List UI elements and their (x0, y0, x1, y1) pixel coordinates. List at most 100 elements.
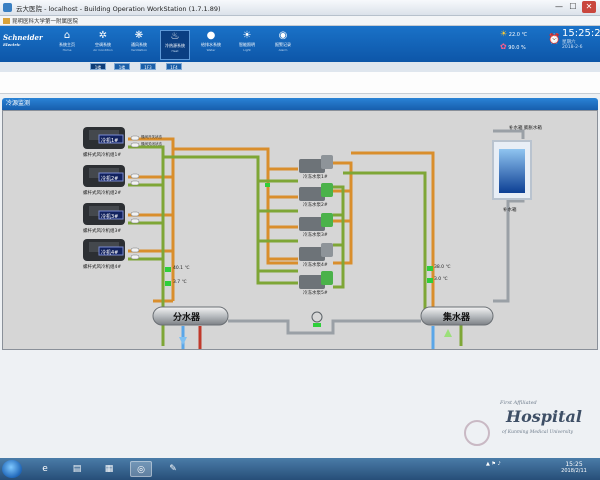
maximize-button[interactable]: ☐ (566, 1, 580, 13)
ie-icon[interactable]: e (34, 461, 56, 477)
pump-1[interactable] (299, 155, 333, 173)
nav-alarm[interactable]: ◉ 报警记录 Alarm (268, 30, 298, 60)
address-bar: 昆明医科大学第一附属医院 (0, 16, 600, 26)
humidity-value: 90.0 (508, 45, 520, 51)
pump-3-label: 冷冻水泵3# (303, 233, 328, 238)
nav-sublabel: Water (206, 48, 216, 52)
nav-sublabel: Heat (171, 49, 179, 53)
nav-lighting[interactable]: ☀ 智能照明 Light (232, 30, 262, 60)
status-indicator (265, 183, 270, 187)
chiller-2-name: 螺杆式风冷机组2# (83, 191, 122, 196)
home-icon: ⌂ (63, 30, 71, 41)
nav-home[interactable]: ⌂ 系统主页 Home (52, 30, 82, 60)
heat-source-icon: ♨ (170, 31, 180, 42)
folder-icon[interactable]: ▤ (66, 461, 88, 477)
chiller-1-tag: 冷机1# (101, 138, 119, 144)
pump-1-label: 冷冻水泵1# (303, 175, 328, 180)
subtab-3[interactable]: 1F3 (140, 63, 156, 70)
humidity-icon: ✿ (500, 42, 507, 51)
nav-sublabel: Ventilation (131, 48, 147, 52)
taskbar-clock[interactable]: 15:25 2018/2/11 (552, 461, 596, 474)
sensor-collector-1-icon (427, 266, 433, 271)
nav-sublabel: Air Condition (93, 48, 113, 52)
subtab-2[interactable]: 1楼 (114, 63, 130, 70)
sensor-return-icon (165, 281, 171, 286)
nav-water[interactable]: ● 给排水系统 Water (196, 30, 226, 60)
panel-title: 冷源监测 (2, 98, 598, 110)
gray-pipes (228, 129, 525, 335)
sensor-collector-2-icon (427, 278, 433, 283)
subtab-4[interactable]: 1F4 (166, 63, 182, 70)
nav-sublabel: Light (243, 48, 251, 52)
weather-temp: ☀ 22.0 ℃ (500, 29, 527, 38)
alarm-icon: ◉ (278, 30, 288, 41)
chrome-icon[interactable]: ◎ (130, 461, 152, 477)
tank-label-bottom: 补水箱 (503, 208, 517, 213)
chiller-3-name: 螺杆式风冷机组3# (83, 229, 122, 234)
pump-4[interactable] (299, 243, 333, 261)
close-button[interactable]: ✕ (582, 1, 596, 13)
lighting-icon: ☀ (242, 30, 252, 41)
down-arrow-icon (179, 337, 187, 345)
minimize-button[interactable]: — (552, 1, 566, 13)
watermark-line2: Hospital (506, 407, 582, 426)
logo-sub: Electric (3, 42, 21, 47)
pump-5[interactable] (299, 271, 333, 289)
toolbar-area (0, 72, 600, 94)
workstation-icon[interactable]: ▦ (98, 461, 120, 477)
collector-label: 集水器 (443, 313, 471, 323)
chiller-4-tag: 冷机4# (101, 250, 119, 256)
collector-temp-1: 38.0 ℃ (434, 265, 451, 270)
taskbar-time: 15:25 (565, 461, 583, 468)
start-button[interactable] (2, 460, 22, 478)
window-titlebar: 云大医院 - localhost - Building Operation Wo… (0, 0, 600, 16)
paint-icon[interactable]: ✎ (162, 461, 184, 477)
valve-closed-label: 蝶阀关闭状态 (141, 142, 162, 146)
nav-heat-source[interactable]: ♨ 冷热源系统 Heat (160, 30, 190, 60)
sensor-supply-icon (165, 267, 171, 272)
orange-pipes (128, 137, 435, 311)
nav-ventilation[interactable]: ❋ 通风系统 Ventilation (124, 30, 154, 60)
nav-sublabel: Alarm (278, 48, 288, 52)
clock-date: 2018-2-6 (562, 45, 583, 50)
chiller-2-tag: 冷机2# (101, 176, 119, 182)
expansion-tank (492, 140, 532, 200)
water-drop-icon: ● (206, 30, 216, 41)
weather-humidity: ✿ 90.0 % (500, 42, 526, 51)
chiller-4-name: 螺杆式风冷机组4# (83, 265, 122, 270)
app-icon (3, 3, 12, 12)
chiller-diagram-panel: 冷机1# 螺杆式风冷机组1# 冷机2# 螺杆式风冷机组2# 冷机3# 螺杆式风冷… (2, 110, 598, 350)
chiller-1-name: 螺杆式风冷机组1# (83, 153, 122, 158)
pump-4-label: 冷冻水泵4# (303, 263, 328, 268)
sun-icon: ☀ (500, 29, 508, 38)
nav-sublabel: Home (62, 48, 72, 52)
up-arrow-icon (444, 329, 452, 337)
clock: 15:25:22 星期六 2018-2-6 (562, 28, 600, 50)
air-conditioning-icon: ✲ (98, 30, 108, 41)
bypass-valve[interactable] (311, 311, 323, 327)
ventilation-icon: ❋ (134, 30, 144, 41)
hospital-seal-icon (464, 420, 490, 446)
supply-temp: 40.1 ℃ (173, 266, 190, 271)
clock-time: 15:25:22 (562, 28, 600, 39)
pump-2-label: 冷冻水泵2# (303, 203, 328, 208)
collector-temp-2: 3.0 ℃ (434, 277, 448, 282)
pump-3[interactable] (299, 213, 333, 231)
temp-value: 22.0 (508, 32, 520, 38)
pump-2[interactable] (299, 183, 333, 201)
alarm-clock-icon[interactable]: ⏰ (548, 34, 560, 45)
subtab-bar: 1楼 1楼 1F3 1F4 (0, 62, 600, 72)
window-title: 云大医院 - localhost - Building Operation Wo… (16, 5, 221, 13)
valve-open-label: 蝶阀开关状态 (141, 135, 162, 139)
folder-icon (3, 18, 10, 24)
subtab-1[interactable]: 1楼 (90, 63, 106, 70)
pump-5-label: 冷冻水泵5# (303, 291, 328, 296)
distributor-label: 分水器 (173, 313, 201, 323)
watermark-line3: of Kunming Medical University (502, 430, 574, 435)
tray-icons: ▲ ⚑ ♪ (486, 461, 501, 467)
tank-label-top: 补水箱 膨胀水箱 (509, 126, 542, 131)
nav-air-conditioning[interactable]: ✲ 空调系统 Air Condition (88, 30, 118, 60)
return-temp: 3.7 ℃ (173, 280, 187, 285)
valve-switches (130, 135, 140, 260)
taskbar-date: 2018/2/11 (561, 468, 587, 474)
